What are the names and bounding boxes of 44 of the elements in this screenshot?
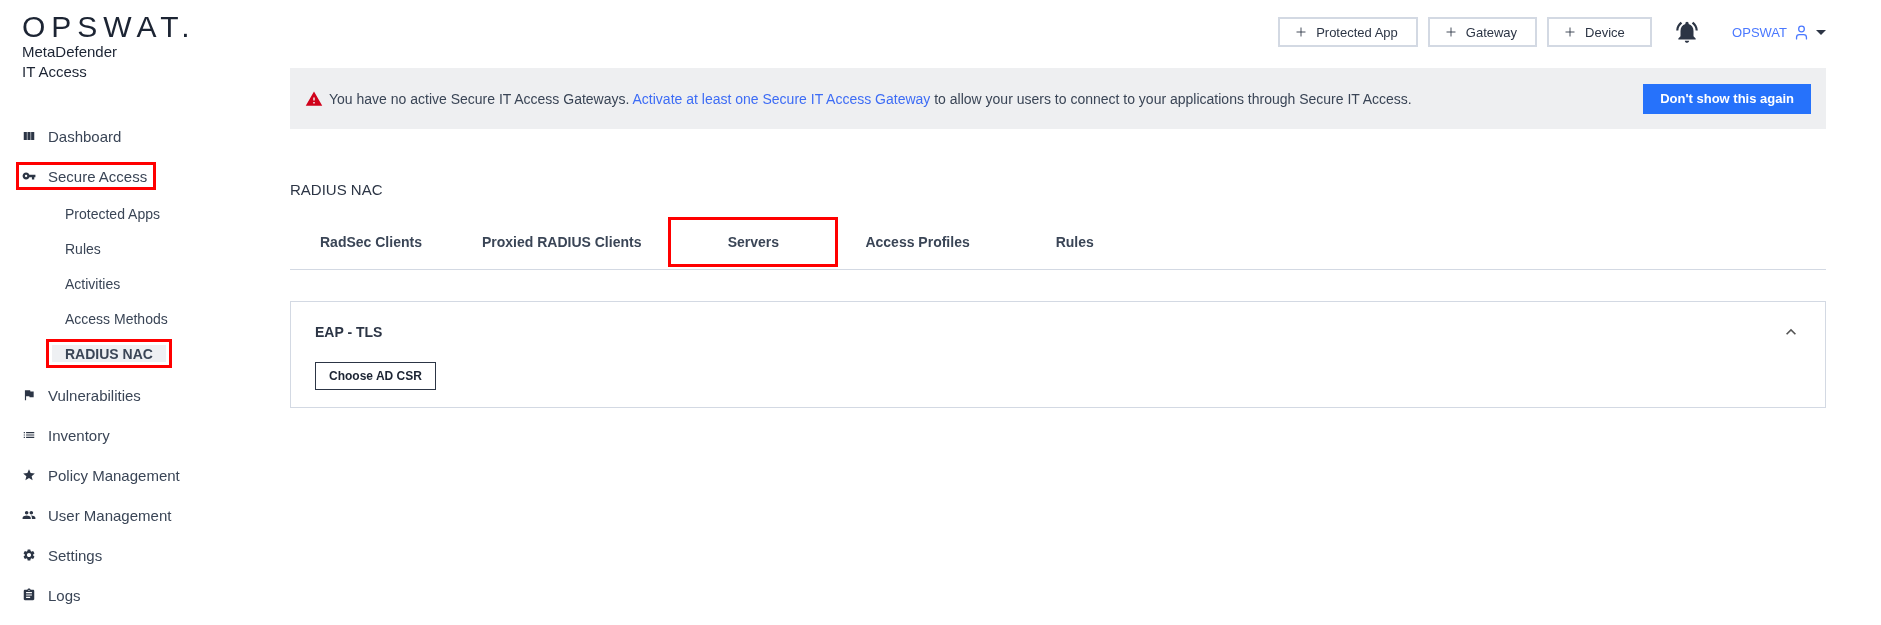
sidebar-subitem[interactable]: Rules: [46, 234, 120, 263]
sidebar-item[interactable]: Dashboard: [16, 122, 131, 150]
warning-message: You have no active Secure IT Access Gateways. Activate at least one Secure IT Access Gateway to allow your users to connect to your applications through Secure IT Access.: [329, 90, 1412, 107]
add-button[interactable]: Protected App: [1278, 17, 1418, 47]
activate-gateway-link[interactable]: Activate at least one Secure IT Access Gateway: [632, 90, 931, 107]
sidebar-item[interactable]: Policy Management: [16, 461, 189, 489]
warning-icon: [305, 89, 323, 108]
clipboard-icon: [22, 588, 36, 602]
plus-icon: [1294, 25, 1309, 39]
flag-icon: [22, 388, 36, 402]
sidebar-item[interactable]: User Management: [16, 501, 181, 529]
tab[interactable]: Access Profiles: [835, 220, 1000, 264]
settings-icon: [22, 548, 36, 562]
sidebar-item[interactable]: Settings: [16, 541, 112, 569]
user-menu[interactable]: OPSWAT: [1732, 23, 1826, 41]
sidebar-subitem[interactable]: Protected Apps: [46, 199, 179, 228]
add-button[interactable]: Gateway: [1427, 17, 1538, 47]
tab[interactable]: Rules: [999, 220, 1150, 264]
sidebar-item[interactable]: Inventory: [16, 421, 119, 449]
sidebar-subitem[interactable]: Access Methods: [46, 304, 187, 333]
tab[interactable]: RadSec Clients: [290, 220, 452, 264]
product-name: MetaDefender: [22, 42, 118, 62]
people-icon: [22, 508, 36, 522]
star-icon: [22, 468, 36, 482]
sidebar-item[interactable]: Vulnerabilities: [16, 381, 150, 409]
sidebar-item[interactable]: Logs: [16, 581, 90, 609]
add-button[interactable]: Device: [1547, 17, 1653, 47]
page-title: RADIUS NAC: [290, 181, 383, 198]
choose-csr-button[interactable]: Choose AD CSR: [315, 362, 436, 390]
user-icon: [1793, 23, 1810, 41]
product-name: IT Access: [22, 62, 87, 82]
opswat-logo: OPSWAT.: [22, 12, 196, 42]
plus-icon: [1443, 25, 1458, 39]
plus-icon: [1563, 25, 1578, 39]
caret-icon: [1816, 29, 1826, 35]
sidebar-subitem[interactable]: RADIUS NAC: [46, 339, 172, 368]
sidebar-subitem[interactable]: Activities: [46, 269, 140, 298]
columns-icon: [22, 129, 36, 143]
bell-icon[interactable]: [1674, 19, 1701, 45]
sidebar-item[interactable]: Secure Access: [16, 162, 157, 190]
tab[interactable]: Servers: [671, 220, 836, 264]
panel-title: EAP - TLS: [315, 324, 383, 340]
dismiss-button[interactable]: Don't show this again: [1643, 83, 1811, 114]
tab[interactable]: Proxied RADIUS Clients: [451, 220, 672, 264]
